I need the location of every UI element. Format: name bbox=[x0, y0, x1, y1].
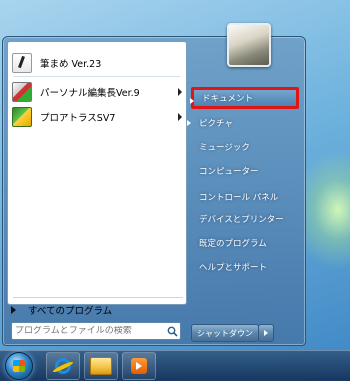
all-programs-button[interactable]: すべてのプログラム bbox=[11, 301, 181, 319]
submenu-arrow-icon bbox=[187, 120, 191, 126]
pro-atlas-icon bbox=[12, 107, 32, 127]
menu-item-label: ピクチャ bbox=[199, 119, 233, 129]
menu-item-control-panel[interactable]: コントロール パネル bbox=[191, 186, 299, 208]
shutdown-label: シャットダウン bbox=[197, 328, 253, 338]
personal-editor-icon bbox=[12, 82, 32, 102]
windows-logo-icon bbox=[13, 360, 25, 372]
menu-item-label: デバイスとプリンター bbox=[199, 215, 284, 225]
menu-item-label: 既定のプログラム bbox=[199, 239, 267, 249]
search-box[interactable] bbox=[11, 322, 181, 340]
menu-item-documents[interactable]: ドキュメント bbox=[190, 87, 299, 109]
menu-item-default-programs[interactable]: 既定のプログラム bbox=[191, 232, 299, 254]
menu-item-label: コンピューター bbox=[199, 167, 259, 177]
program-item-fude[interactable]: 筆まめ Ver.23 bbox=[12, 52, 182, 74]
menu-item-pictures[interactable]: ピクチャ bbox=[187, 112, 299, 134]
menu-item-label: ドキュメント bbox=[202, 94, 254, 104]
menu-item-computer[interactable]: コンピューター bbox=[191, 160, 299, 182]
shutdown-options-button[interactable] bbox=[258, 324, 274, 342]
all-programs-separator bbox=[13, 297, 183, 298]
menu-item-music[interactable]: ミュージック bbox=[191, 136, 299, 158]
internet-explorer-icon bbox=[55, 358, 71, 374]
submenu-arrow-icon bbox=[178, 88, 182, 96]
chevron-right-icon bbox=[264, 330, 268, 336]
program-separator bbox=[14, 76, 180, 77]
menu-item-label: ミュージック bbox=[199, 143, 250, 153]
submenu-arrow-icon bbox=[178, 113, 182, 121]
start-orb[interactable] bbox=[5, 352, 33, 380]
start-menu: 筆まめ Ver.23 パーソナル編集長Ver.9 プロアトラスSV7 すべてのプ… bbox=[2, 23, 306, 346]
all-programs-arrow-icon bbox=[11, 306, 16, 314]
fude-icon bbox=[12, 53, 32, 73]
program-label: 筆まめ Ver.23 bbox=[40, 59, 102, 70]
program-label: プロアトラスSV7 bbox=[40, 113, 116, 124]
submenu-arrow-icon bbox=[190, 98, 194, 104]
menu-item-help-support[interactable]: ヘルプとサポート bbox=[191, 256, 299, 278]
search-input[interactable] bbox=[12, 326, 164, 336]
all-programs-label: すべてのプログラム bbox=[28, 306, 113, 317]
menu-item-label: コントロール パネル bbox=[199, 193, 279, 203]
search-icon[interactable] bbox=[164, 324, 180, 338]
shutdown-button[interactable]: シャットダウン bbox=[191, 324, 259, 342]
program-item-personal-editor[interactable]: パーソナル編集長Ver.9 bbox=[12, 81, 182, 103]
media-player-icon bbox=[131, 358, 147, 374]
menu-item-label: ヘルプとサポート bbox=[199, 263, 268, 273]
program-item-pro-atlas[interactable]: プロアトラスSV7 bbox=[12, 106, 182, 128]
program-label: パーソナル編集長Ver.9 bbox=[40, 88, 140, 99]
taskbar-media-player[interactable] bbox=[122, 352, 156, 380]
program-list-pane: 筆まめ Ver.23 パーソナル編集長Ver.9 プロアトラスSV7 bbox=[7, 41, 187, 305]
menu-item-devices-printers[interactable]: デバイスとプリンター bbox=[191, 208, 299, 230]
taskbar-explorer[interactable] bbox=[84, 352, 118, 380]
taskbar-internet-explorer[interactable] bbox=[46, 352, 80, 380]
user-account-picture[interactable] bbox=[227, 23, 271, 67]
explorer-icon bbox=[90, 357, 112, 375]
